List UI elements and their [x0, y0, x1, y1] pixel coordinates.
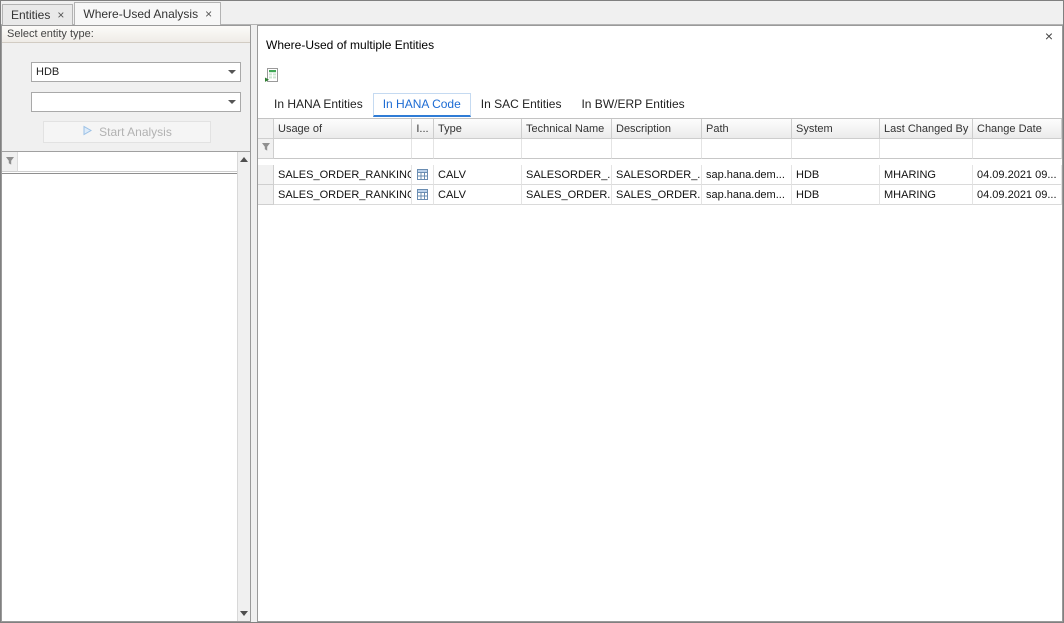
tab-in-sac-entities[interactable]: In SAC Entities	[471, 93, 572, 117]
row-1-description[interactable]: SALESORDER_...	[612, 165, 702, 185]
row-2-technical-name[interactable]: SALES_ORDER...	[522, 185, 612, 205]
tab-in-hana-entities[interactable]: In HANA Entities	[264, 93, 373, 117]
tree-filter-row[interactable]	[2, 152, 237, 172]
filter-cell-change-date[interactable]	[973, 139, 1062, 159]
column-header-path[interactable]: Path	[702, 119, 792, 139]
panel-close-icon[interactable]: ×	[1045, 30, 1053, 42]
tab-where-used-analysis[interactable]: Where-Used Analysis ×	[74, 2, 221, 25]
grid-empty-area	[258, 205, 1062, 621]
filter-cell-last-changed-by[interactable]	[880, 139, 973, 159]
entity-dropdown[interactable]	[31, 92, 241, 112]
filter-cell-description[interactable]	[612, 139, 702, 159]
scrollbar-track[interactable]	[238, 167, 250, 606]
column-header-type[interactable]: Type	[434, 119, 522, 139]
entity-tree-list-body	[2, 152, 237, 621]
row-2-change-date[interactable]: 04.09.2021 09...	[973, 185, 1062, 205]
main-area: Select entity type: HDB Start Analysis	[1, 25, 1063, 622]
tab-entities-label: Entities	[11, 8, 50, 22]
column-header-icon[interactable]: I...	[412, 119, 434, 139]
chevron-down-icon	[240, 611, 248, 616]
column-header-change-date[interactable]: Change Date	[973, 119, 1062, 139]
filter-cell-usage-of[interactable]	[274, 139, 412, 159]
tree-filter-cell[interactable]	[18, 152, 237, 172]
row-2-system[interactable]: HDB	[792, 185, 880, 205]
where-used-panel: × Where-Used of multiple Entities	[257, 25, 1063, 622]
row-2-usage-of[interactable]: SALES_ORDER_RANKING	[274, 185, 412, 205]
row-1-indicator	[258, 165, 274, 185]
funnel-icon	[5, 153, 15, 171]
tree-list-empty-area	[2, 174, 237, 621]
row-1-system[interactable]: HDB	[792, 165, 880, 185]
row-1-table-icon	[412, 165, 434, 185]
tab-entities-close-icon[interactable]: ×	[57, 10, 64, 20]
tree-list-scrollbar[interactable]	[237, 152, 250, 621]
document-tab-bar: Entities × Where-Used Analysis ×	[1, 1, 1063, 25]
tab-entities[interactable]: Entities ×	[2, 4, 73, 25]
chevron-up-icon	[240, 157, 248, 162]
entity-type-dropdown-value: HDB	[32, 66, 224, 78]
row-2-table-icon	[412, 185, 434, 205]
filter-cell-type[interactable]	[434, 139, 522, 159]
result-tab-bar: In HANA Entities In HANA Code In SAC Ent…	[264, 93, 1062, 117]
row-2-indicator	[258, 185, 274, 205]
row-1-technical-name[interactable]: SALESORDER_...	[522, 165, 612, 185]
row-2-description[interactable]: SALES_ORDER...	[612, 185, 702, 205]
export-excel-icon	[264, 67, 280, 88]
row-1-path[interactable]: sap.hana.dem...	[702, 165, 792, 185]
grid-filter-indicator	[258, 139, 274, 159]
tab-in-bw-erp-entities[interactable]: In BW/ERP Entities	[571, 93, 694, 117]
column-header-description[interactable]: Description	[612, 119, 702, 139]
funnel-icon	[261, 142, 271, 155]
select-entity-type-header: Select entity type:	[2, 26, 250, 43]
entity-tree-list	[2, 151, 250, 621]
entity-chevron-down-icon[interactable]	[224, 93, 240, 111]
tab-where-used-analysis-label: Where-Used Analysis	[83, 7, 198, 21]
row-1-last-changed-by[interactable]: MHARING	[880, 165, 973, 185]
filter-cell-icon[interactable]	[412, 139, 434, 159]
row-2-last-changed-by[interactable]: MHARING	[880, 185, 973, 205]
scroll-up-button[interactable]	[238, 152, 250, 167]
tree-filter-row-indicator	[2, 152, 18, 172]
row-2-path[interactable]: sap.hana.dem...	[702, 185, 792, 205]
row-2-type[interactable]: CALV	[434, 185, 522, 205]
play-icon	[82, 125, 93, 139]
app-window: Entities × Where-Used Analysis × Select …	[0, 0, 1064, 623]
filter-cell-path[interactable]	[702, 139, 792, 159]
export-excel-button[interactable]	[264, 68, 286, 86]
row-1-change-date[interactable]: 04.09.2021 09...	[973, 165, 1062, 185]
entity-type-chevron-down-icon[interactable]	[224, 63, 240, 81]
grid-row-1[interactable]: SALES_ORDER_RANKING CALV SALESORDER_... …	[258, 165, 1062, 185]
grid-header-indicator	[258, 119, 274, 139]
grid-row-2[interactable]: SALES_ORDER_RANKING CALV SALES_ORDER... …	[258, 185, 1062, 205]
start-analysis-label: Start Analysis	[99, 125, 172, 139]
row-1-usage-of[interactable]: SALES_ORDER_RANKING	[274, 165, 412, 185]
grid-filter-row	[258, 139, 1062, 159]
column-header-system[interactable]: System	[792, 119, 880, 139]
row-1-type[interactable]: CALV	[434, 165, 522, 185]
scroll-down-button[interactable]	[238, 606, 250, 621]
tab-where-used-analysis-close-icon[interactable]: ×	[205, 9, 212, 19]
filter-cell-system[interactable]	[792, 139, 880, 159]
column-header-usage-of[interactable]: Usage of	[274, 119, 412, 139]
results-grid: Usage of I... Type Technical Name Descri…	[258, 118, 1062, 205]
filter-cell-technical-name[interactable]	[522, 139, 612, 159]
column-header-technical-name[interactable]: Technical Name	[522, 119, 612, 139]
start-analysis-button[interactable]: Start Analysis	[43, 121, 211, 143]
entity-type-dropdown[interactable]: HDB	[31, 62, 241, 82]
column-header-last-changed-by[interactable]: Last Changed By	[880, 119, 973, 139]
entity-selection-panel: Select entity type: HDB Start Analysis	[1, 25, 251, 622]
tab-in-hana-code[interactable]: In HANA Code	[373, 93, 471, 117]
grid-header-row: Usage of I... Type Technical Name Descri…	[258, 119, 1062, 139]
where-used-title: Where-Used of multiple Entities	[266, 38, 1062, 52]
